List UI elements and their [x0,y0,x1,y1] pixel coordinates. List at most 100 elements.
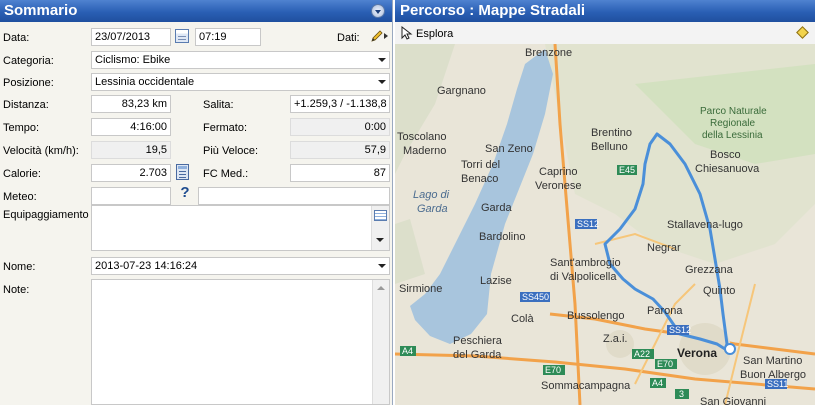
map-label: Grezzana [685,264,734,276]
climb-field[interactable]: +1.259,3 / -1.138,8 [290,95,390,113]
route-panel: Percorso : Mappe Stradali Esplora E45 SS… [395,0,815,405]
map-view[interactable]: E45 SS12 SS450 SS12 A4 A4 E70 E70 A22 SS… [395,44,815,405]
map-label: Chiesanuova [695,163,760,175]
collapse-icon[interactable] [371,4,385,18]
diamond-icon[interactable] [796,26,809,39]
position-select[interactable]: Lessinia occidentale [91,73,390,91]
map-label: Buon Albergo [740,369,806,381]
summary-title-bar: Sommario [0,0,392,22]
map-label: Parona [647,305,683,317]
map-toolbar: Esplora [395,22,815,45]
notes-scrollbar[interactable] [372,280,389,404]
map-label: Bussolengo [567,310,625,322]
map-label: Gargnano [437,85,486,97]
time-total-field[interactable]: 4:16:00 [91,118,171,136]
max-speed-field: 57,9 [290,141,390,159]
help-icon[interactable]: ? [178,185,192,201]
map-label: Brentino [591,127,632,139]
calories-field[interactable]: 2.703 [91,164,171,182]
stopped-field: 0:00 [290,118,390,136]
map-label: Verona [677,346,717,360]
category-value: Ciclismo: Ebike [95,54,171,66]
map-label: Garda [417,203,448,215]
map-label: Regionale [710,118,755,129]
map-label: Toscolano [397,131,447,143]
menu-arrow-icon[interactable] [384,33,388,39]
map-label: Colà [511,313,535,325]
map-label: Lazise [480,275,512,287]
weather-label: Meteo: [3,191,37,203]
date-field[interactable]: 23/07/2013 [91,28,171,46]
map-label: Benaco [461,173,498,185]
shield-ss12: SS12 [669,325,691,335]
calendar-icon[interactable] [175,29,189,43]
chevron-down-icon[interactable] [374,74,389,90]
map-label: San Martino [743,355,802,367]
distance-field[interactable]: 83,23 km [91,95,171,113]
map-label: Z.a.i. [603,333,627,345]
chevron-down-icon[interactable] [376,238,384,242]
weather-field[interactable] [91,187,171,205]
name-select[interactable]: 2013-07-23 14:16:24 [91,257,390,275]
name-label: Nome: [3,261,36,273]
map-label: San Zeno [485,143,533,155]
speed-label: Velocità (km/h): [3,145,79,157]
equipment-side-buttons [371,206,389,250]
pointer-icon[interactable] [401,25,413,40]
map-label: Torri del [461,159,500,171]
shield-ss12: SS12 [577,219,599,229]
equipment-label: Equipaggiamento [3,209,89,221]
map-label: Lago di [413,189,450,201]
shield-e45: E45 [619,165,635,175]
map-label: Maderno [403,145,446,157]
chevron-down-icon[interactable] [374,52,389,68]
pencil-icon[interactable] [370,29,384,43]
map-label: Caprino [539,166,578,178]
category-select[interactable]: Ciclismo: Ebike [91,51,390,69]
distance-label: Distanza: [3,99,49,111]
date-label: Data: [3,32,30,44]
shield-a22: A22 [634,349,650,359]
shield-ss450: SS450 [522,292,549,302]
map-label: Veronese [535,180,581,192]
notes-field[interactable] [91,279,390,405]
map-label: Sirmione [399,283,442,295]
data-label: Dati: [337,32,360,44]
position-value: Lessinia occidentale [95,76,195,88]
time-field[interactable]: 07:19 [195,28,261,46]
map-label: Stallavena-lugo [667,219,743,231]
hr-field[interactable]: 87 [290,164,390,182]
calculator-icon[interactable] [176,164,189,180]
map-label: Sant'ambrogio [550,257,621,269]
map-label: di Valpolicella [550,271,617,283]
explore-button[interactable]: Esplora [416,28,453,40]
calories-label: Calorie: [3,168,41,180]
map-label: Brenzone [525,47,572,59]
route-title: Percorso : Mappe Stradali [400,2,586,19]
name-value: 2013-07-23 14:16:24 [95,260,198,272]
map-label: Negrar [647,242,681,254]
scroll-up-icon[interactable] [377,286,385,290]
stopped-label: Fermato: [203,122,248,134]
shield-e70: E70 [657,359,673,369]
shield-a4: A4 [402,346,413,356]
climb-label: Salita: [203,99,234,111]
shield-a4: A4 [652,378,663,388]
map-label: Peschiera [453,335,503,347]
max-speed-label: Più Veloce: [203,145,259,157]
list-icon[interactable] [374,210,387,221]
hr-label: FC Med.: [203,168,249,180]
summary-title: Sommario [4,2,78,19]
map-label: della Lessinia [702,130,763,141]
weather-extra-field[interactable] [198,187,390,205]
map-label: del Garda [453,349,502,361]
map-label: Parco Naturale [700,106,767,117]
map-canvas: E45 SS12 SS450 SS12 A4 A4 E70 E70 A22 SS… [395,44,815,405]
map-label: San Giovanni [700,396,766,405]
map-label: Sommacampagna [541,380,631,392]
chevron-down-icon[interactable] [374,258,389,274]
map-label: Bardolino [479,231,525,243]
speed-field: 19,5 [91,141,171,159]
shield-e70: E70 [545,365,561,375]
equipment-field[interactable] [91,205,390,251]
